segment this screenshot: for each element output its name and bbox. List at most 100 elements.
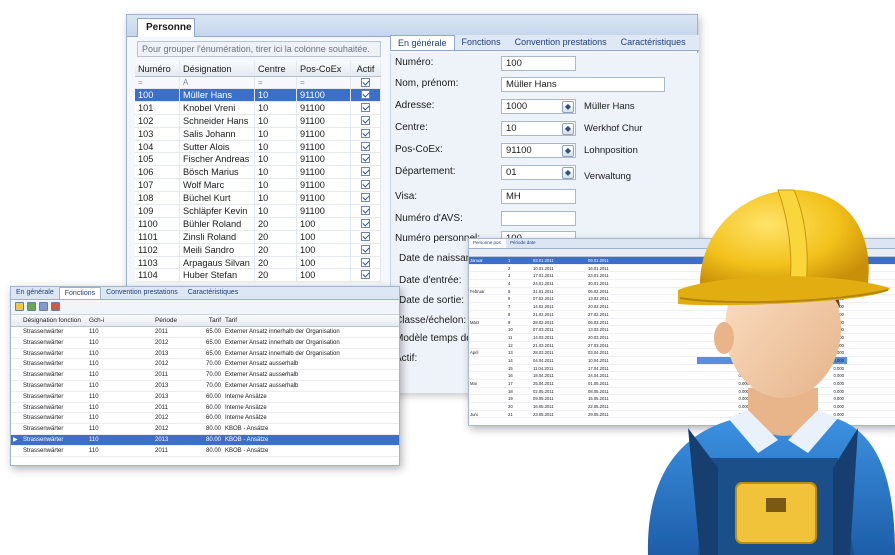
tab-personne[interactable]: Personne [137, 18, 195, 37]
calendar-tab[interactable]: Période date [506, 239, 540, 248]
fonctions-tab[interactable]: Fonctions [58, 287, 102, 299]
col-header-periode[interactable]: Période [153, 315, 199, 326]
table-row[interactable]: 109 Schläpfer Kevin 10 91100 [135, 205, 381, 218]
cell-actif[interactable] [351, 127, 381, 140]
checkbox-icon[interactable] [361, 128, 370, 138]
table-row[interactable]: 101 Knobel Vreni 10 91100 [135, 101, 381, 115]
table-row[interactable]: Strassenwärter 110 2012 80.00 KBOB - Ansätze [11, 424, 399, 435]
table-row[interactable]: 1101 Zinsli Roland 20 100 [135, 230, 381, 244]
filter-centre[interactable]: = [255, 77, 297, 88]
input-visa[interactable]: MH [501, 189, 576, 204]
detail-tab[interactable]: Convention prestations [508, 35, 614, 50]
col-header-gch[interactable]: Gch-i [87, 315, 153, 326]
cell-actif[interactable] [351, 192, 381, 205]
filter-actif[interactable] [351, 77, 381, 88]
checkbox-icon[interactable] [361, 154, 370, 164]
checkbox-icon[interactable] [361, 167, 370, 177]
table-row[interactable]: Strassenwärter 110 2011 80.00 KBOB - Ansätze [11, 446, 399, 457]
table-row[interactable]: 100 Müller Hans 10 91100 [135, 89, 381, 102]
cell-actif[interactable] [351, 89, 381, 101]
checkbox-icon[interactable] [361, 244, 370, 254]
table-row[interactable]: Strassenwärter 110 2013 60.00 Interne Ansätz… [11, 392, 399, 403]
table-row[interactable]: 106 Bösch Marius 10 91100 [135, 166, 381, 180]
lookup-icon[interactable]: ◆ [562, 123, 574, 135]
lookup-icon[interactable]: ◆ [562, 167, 574, 179]
table-row[interactable]: Strassenwärter 110 2013 70.00 Externer Ansat… [11, 381, 399, 392]
col-header-numero[interactable]: Numéro [135, 61, 180, 76]
table-row[interactable]: 1104 Huber Stefan 20 100 [135, 269, 381, 283]
table-row[interactable]: Strassenwärter 110 2012 65.00 Externer Ansat… [11, 338, 399, 349]
checkbox-icon[interactable] [361, 90, 370, 99]
fonctions-tab[interactable]: En générale [11, 287, 59, 299]
checkbox-icon[interactable] [361, 78, 370, 87]
cell-actif[interactable] [351, 217, 381, 230]
detail-tab[interactable]: Caractéristiques [614, 35, 693, 50]
input-avs[interactable] [501, 211, 576, 226]
cell-actif[interactable] [351, 269, 381, 282]
checkbox-icon[interactable] [361, 231, 370, 241]
calendar-tab[interactable]: Personne pos. [469, 239, 507, 248]
table-row[interactable]: 104 Sutter Alois 10 91100 [135, 140, 381, 154]
cell-t: 70.00 [205, 372, 221, 379]
checkbox-icon[interactable] [361, 218, 370, 228]
table-row[interactable]: Strassenwärter 110 2012 70.00 Externer Ansat… [11, 359, 399, 371]
fonctions-tab[interactable]: Caractéristiques [183, 287, 244, 299]
cell-actif[interactable] [351, 153, 381, 166]
col-header-actif[interactable]: Actif [351, 61, 381, 76]
cell-actif[interactable] [351, 101, 381, 114]
input-numero[interactable]: 100 [501, 56, 576, 71]
table-row[interactable]: Strassenwärter 110 2011 60.00 Interne Ansätz… [11, 403, 399, 414]
table-row[interactable]: Strassenwärter 110 2011 70.00 Externer Ansat… [11, 370, 399, 381]
checkbox-icon[interactable] [361, 257, 370, 267]
row-indicator-icon [11, 424, 21, 434]
table-row[interactable]: 107 Wolf Marc 10 91100 [135, 179, 381, 193]
cell-actif[interactable] [351, 179, 381, 192]
col-header-tarif-desc[interactable]: Tarif [223, 315, 393, 326]
delete-icon[interactable] [51, 302, 60, 311]
col-header-centre[interactable]: Centre [255, 61, 297, 76]
table-row[interactable]: 1100 Bühler Roland 20 100 [135, 217, 381, 231]
cell-actif[interactable] [351, 166, 381, 179]
cell-actif[interactable] [351, 114, 381, 127]
save-icon[interactable] [27, 302, 36, 311]
detail-tab[interactable]: En générale [390, 35, 455, 50]
detail-tab[interactable]: Fonctions [455, 35, 508, 50]
table-row[interactable]: 108 Büchel Kurt 10 91100 [135, 192, 381, 206]
input-nom[interactable]: Müller Hans [501, 77, 665, 92]
table-row[interactable]: 1103 Arpagaus Silvan 20 100 [135, 256, 381, 270]
table-row[interactable]: ▶ Strassenwärter 110 2013 80.00 KBOB - Ansätz… [11, 434, 399, 446]
filter-designation[interactable]: A [180, 77, 255, 88]
col-header-tarif[interactable]: Tarif [199, 315, 223, 326]
table-row[interactable]: Strassenwärter 110 2012 60.00 Interne Ansätz… [11, 413, 399, 425]
cell-actif[interactable] [351, 140, 381, 153]
table-row[interactable]: 105 Fischer Andreas 10 91100 [135, 153, 381, 167]
col-header-pos-coex[interactable]: Pos-CoEx [297, 61, 351, 76]
col-header-designation[interactable]: Désignation [180, 61, 255, 76]
filter-numero[interactable]: = [135, 77, 180, 88]
checkbox-icon[interactable] [361, 115, 370, 125]
checkbox-icon[interactable] [361, 180, 370, 190]
table-row[interactable]: Strassenwärter 110 2011 65.00 Externer Ansat… [11, 327, 399, 338]
checkbox-icon[interactable] [361, 102, 370, 112]
fonctions-tab[interactable]: Convention prestations [101, 287, 183, 299]
checkbox-icon[interactable] [361, 141, 370, 151]
cell-actif[interactable] [351, 256, 381, 269]
table-row[interactable]: 1102 Meili Sandro 20 100 [135, 243, 381, 257]
copy-icon[interactable] [39, 302, 48, 311]
filter-pos-coex[interactable]: = [297, 77, 351, 88]
checkbox-icon[interactable] [361, 270, 370, 280]
col-header-fonction[interactable]: Désignation fonction [21, 315, 87, 326]
table-row[interactable]: 102 Schneider Hans 10 91100 [135, 114, 381, 128]
cell-actif[interactable] [351, 230, 381, 243]
cell-actif[interactable] [351, 243, 381, 256]
add-icon[interactable] [15, 302, 24, 311]
table-row[interactable]: 103 Salis Johann 10 91100 [135, 127, 381, 141]
cell-actif[interactable] [351, 205, 381, 217]
table-row[interactable]: Strassenwärter 110 2013 65.00 Externer Ansat… [11, 349, 399, 360]
group-by-panel[interactable]: Pour grouper l'énumération, tirer ici la… [137, 41, 381, 57]
checkbox-icon[interactable] [361, 193, 370, 203]
cell-pos: 100 [297, 256, 351, 269]
lookup-icon[interactable]: ◆ [562, 145, 574, 157]
lookup-icon[interactable]: ◆ [562, 101, 574, 113]
checkbox-icon[interactable] [361, 206, 370, 216]
